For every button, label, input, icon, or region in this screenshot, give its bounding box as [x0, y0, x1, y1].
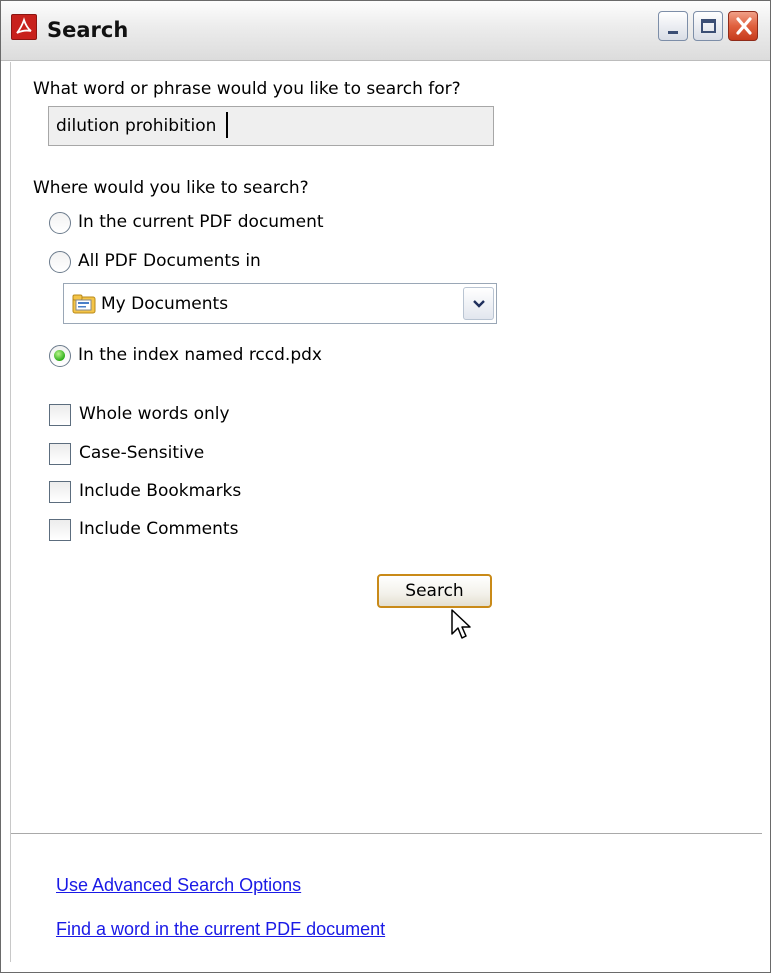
search-window: Search What word or phrase would you lik… — [0, 0, 771, 973]
checkbox-whole-words[interactable] — [49, 404, 71, 426]
checkbox-include-bookmarks[interactable] — [49, 481, 71, 503]
checkbox-case-sensitive[interactable] — [49, 443, 71, 465]
minimize-button[interactable] — [658, 11, 688, 41]
radio-current-document-label[interactable]: In the current PDF document — [78, 212, 324, 232]
maximize-button[interactable] — [693, 11, 723, 41]
checkbox-include-comments-label[interactable]: Include Comments — [79, 519, 238, 539]
advanced-search-link[interactable]: Use Advanced Search Options — [56, 875, 301, 896]
folder-dropdown-value: My Documents — [101, 294, 229, 314]
text-caret — [226, 112, 228, 138]
search-prompt: What word or phrase would you like to se… — [33, 79, 461, 99]
radio-all-documents[interactable] — [49, 251, 71, 273]
minimize-icon — [668, 31, 678, 34]
mouse-cursor-icon — [451, 609, 471, 639]
close-button[interactable] — [728, 11, 758, 41]
checkbox-case-sensitive-label[interactable]: Case-Sensitive — [79, 443, 204, 463]
checkbox-include-bookmarks-label[interactable]: Include Bookmarks — [79, 481, 241, 501]
folder-icon — [72, 294, 96, 314]
close-icon — [736, 17, 752, 35]
radio-index[interactable] — [49, 345, 71, 367]
window-title: Search — [47, 18, 129, 42]
search-button[interactable]: Search — [377, 574, 492, 608]
folder-dropdown[interactable]: My Documents — [63, 283, 497, 324]
radio-current-document[interactable] — [49, 212, 71, 234]
chevron-down-icon — [473, 300, 485, 308]
search-input[interactable] — [48, 106, 494, 146]
location-prompt: Where would you like to search? — [33, 178, 309, 198]
radio-all-documents-label[interactable]: All PDF Documents in — [78, 251, 261, 271]
dropdown-arrow-button[interactable] — [463, 287, 494, 320]
adobe-reader-icon — [11, 14, 37, 40]
section-divider — [11, 833, 762, 834]
title-bar[interactable]: Search — [1, 1, 770, 61]
left-border — [10, 62, 11, 962]
maximize-icon — [701, 19, 716, 33]
checkbox-whole-words-label[interactable]: Whole words only — [79, 404, 230, 424]
find-word-link[interactable]: Find a word in the current PDF document — [56, 919, 385, 940]
radio-index-label[interactable]: In the index named rccd.pdx — [78, 345, 322, 365]
checkbox-include-comments[interactable] — [49, 519, 71, 541]
